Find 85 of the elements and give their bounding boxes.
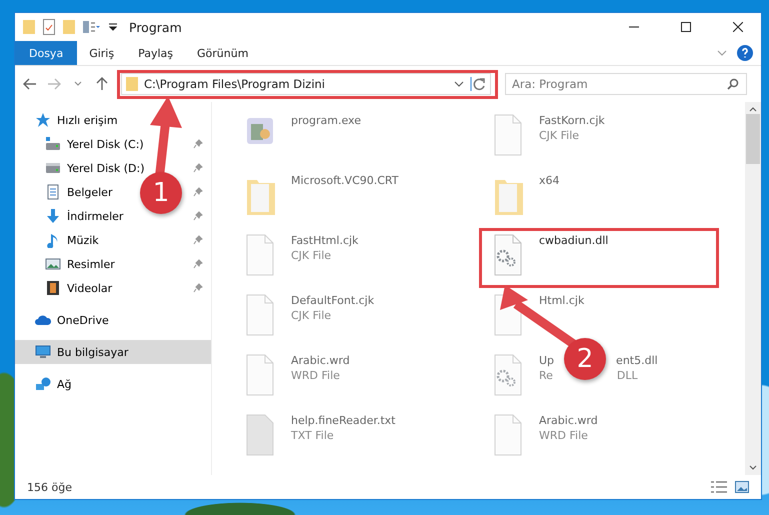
- file-name: program.exe: [291, 114, 361, 127]
- ribbon-tab[interactable]: Dosya: [15, 41, 78, 65]
- window-title: Program: [129, 20, 183, 34]
- minimize-icon: [629, 26, 639, 28]
- file-name: Html.cjk: [539, 294, 584, 307]
- nav-item[interactable]: Ağ: [15, 372, 211, 396]
- ribbon-tab[interactable]: Giriş: [77, 41, 126, 65]
- pin-icon[interactable]: [193, 139, 203, 149]
- file-type: CJK File: [539, 129, 580, 142]
- scrollbar[interactable]: [745, 102, 761, 475]
- file-type: WRD File: [291, 369, 340, 382]
- ribbon-tab[interactable]: Görünüm: [185, 41, 260, 65]
- nav-item[interactable]: Hızlı erişim: [15, 108, 211, 132]
- forward-arrow-icon: [47, 78, 61, 90]
- file-type: WRD File: [539, 429, 588, 442]
- image-icon: [45, 256, 61, 272]
- pin-icon[interactable]: [193, 283, 203, 293]
- large-icons-view-icon[interactable]: [735, 481, 749, 493]
- file-type: CJK File: [291, 309, 332, 322]
- file-name: cwbadiun.dll: [539, 234, 608, 247]
- close-icon: [733, 22, 743, 32]
- scrollbar-thumb[interactable]: [746, 114, 760, 164]
- search-icon[interactable]: [727, 78, 739, 90]
- download-icon: [45, 208, 61, 224]
- file-name: FastHtml.cjk: [291, 234, 358, 247]
- file-item[interactable]: Arabic.wrd WRD File: [485, 412, 711, 462]
- address-path: C:\Program Files\Program Dizini: [144, 77, 326, 91]
- film-icon: [45, 280, 61, 296]
- file-name: Arabic.wrd: [539, 414, 598, 427]
- customize-icon[interactable]: [109, 23, 117, 31]
- pin-icon[interactable]: [193, 163, 203, 173]
- file-type: DLL: [616, 369, 638, 382]
- file-item[interactable]: FastHtml.cjk CJK File: [237, 232, 463, 282]
- item-count: 156 öğe: [27, 480, 73, 494]
- properties-icon[interactable]: [43, 19, 55, 35]
- scroll-up-icon[interactable]: [749, 106, 757, 112]
- file-name: help.fineReader.txt: [291, 414, 396, 427]
- dropdown-icon[interactable]: [454, 80, 464, 88]
- file-name: FastKorn.cjk: [539, 114, 605, 127]
- view-icon[interactable]: [83, 21, 101, 33]
- document-icon: [45, 184, 61, 200]
- nav-item[interactable]: Yerel Disk (C:): [15, 132, 211, 156]
- file-type: CJK File: [291, 249, 332, 262]
- nav-item[interactable]: Resimler: [15, 252, 211, 276]
- help-icon[interactable]: [737, 45, 753, 61]
- file-type: TXT File: [291, 429, 334, 442]
- file-name: Microsoft.VC90.CRT: [291, 174, 398, 187]
- details-view-icon[interactable]: [711, 481, 727, 493]
- file-item[interactable]: program.exe: [237, 112, 463, 162]
- search-field[interactable]: Ara: Program: [505, 73, 747, 95]
- scroll-down-icon[interactable]: [749, 465, 757, 471]
- caret-icon: [74, 81, 82, 87]
- pin-icon[interactable]: [193, 211, 203, 221]
- back-arrow-icon: [23, 78, 37, 90]
- file-name: Up: [539, 354, 554, 367]
- file-type: Re: [539, 369, 553, 382]
- maximize-icon: [681, 22, 691, 32]
- file-name: ent5.dll: [616, 354, 658, 367]
- file-name: DefaultFont.cjk: [291, 294, 374, 307]
- pin-icon[interactable]: [193, 259, 203, 269]
- file-item[interactable]: help.fineReader.txt TXT File: [237, 412, 463, 462]
- nav-item[interactable]: Müzik: [15, 228, 211, 252]
- computer-icon: [35, 344, 51, 360]
- ribbon-tab[interactable]: Paylaş: [126, 41, 185, 65]
- drive-icon: [45, 136, 61, 152]
- pin-icon[interactable]: [193, 187, 203, 197]
- file-item[interactable]: Microsoft.VC90.CRT: [237, 172, 463, 222]
- file-item[interactable]: x64: [485, 172, 711, 222]
- file-item[interactable]: cwbadiun.dll: [485, 232, 711, 282]
- nav-item[interactable]: Videolar: [15, 276, 211, 300]
- nav-item[interactable]: Bu bilgisayar: [15, 340, 211, 364]
- nav-item[interactable]: OneDrive: [15, 308, 211, 332]
- drive-icon: [45, 160, 61, 176]
- file-item[interactable]: FastKorn.cjk CJK File: [485, 112, 711, 162]
- folder-icon: [126, 77, 138, 91]
- file-name: Arabic.wrd: [291, 354, 350, 367]
- up-arrow-icon: [96, 77, 108, 91]
- expand-ribbon-icon[interactable]: [717, 48, 727, 58]
- star-icon: [35, 112, 51, 128]
- pin-icon[interactable]: [193, 235, 203, 245]
- file-name: x64: [539, 174, 560, 187]
- refresh-icon[interactable]: [470, 77, 488, 91]
- network-icon: [35, 376, 51, 392]
- file-item[interactable]: Arabic.wrd WRD File: [237, 352, 463, 402]
- file-item[interactable]: DefaultFont.cjk CJK File: [237, 292, 463, 342]
